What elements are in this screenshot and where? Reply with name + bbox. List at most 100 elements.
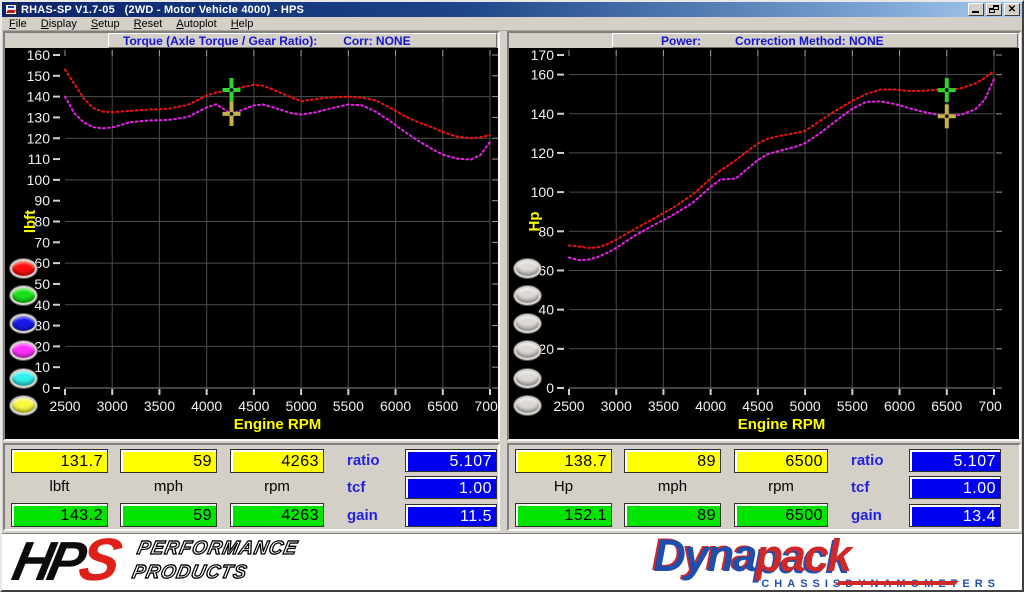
torque-peak-rpm: 4263 [233, 506, 323, 526]
dynapack-logo: Dynapack CHASSIS DYNAMOMETERS [653, 535, 1006, 590]
svg-text:Engine RPM: Engine RPM [234, 416, 322, 433]
power-peak-rpm: 6500 [737, 506, 827, 526]
menu-bar: File Display Setup Reset Autoplot Help [2, 17, 1022, 31]
svg-text:3000: 3000 [97, 398, 128, 414]
torque-readout-panel: 131.7 59 4263 lbft mph rpm 143.2 59 4263… [3, 443, 500, 531]
curve-select-button[interactable] [514, 259, 541, 278]
minimize-button[interactable] [968, 3, 984, 16]
gain-label: gain [851, 507, 882, 524]
svg-text:7000: 7000 [474, 398, 498, 414]
window-title: RHAS-SP V1.7-05 (2WD - Motor Vehicle 400… [21, 4, 304, 16]
svg-text:2500: 2500 [553, 398, 584, 414]
torque-cursor-value: 131.7 [14, 452, 107, 472]
curve-select-button[interactable] [514, 314, 541, 333]
title-bar: RHAS-SP V1.7-05 (2WD - Motor Vehicle 400… [2, 2, 1022, 17]
curve-select-button[interactable] [10, 369, 37, 388]
hps-logo-tagline: PERFORMANCE PRODUCTS [130, 537, 300, 585]
power-chart[interactable]: 0204060801001201401601702500300035004000… [509, 48, 1002, 439]
torque-peak-value: 143.2 [14, 506, 107, 526]
torque-chart-title: Torque (Axle Torque / Gear Ratio): [123, 34, 317, 48]
close-button[interactable]: ✕ [1004, 3, 1020, 16]
logo-band: HPS PERFORMANCE PRODUCTS Dynapack CHASSI… [2, 533, 1022, 590]
curve-select-button[interactable] [10, 286, 37, 305]
curve-select-button[interactable] [514, 286, 541, 305]
curve-select-button[interactable] [10, 396, 37, 415]
torque-chart[interactable]: 0102030405060708090100110120130140150160… [5, 48, 498, 439]
svg-text:3000: 3000 [601, 398, 632, 414]
ratio-label: ratio [347, 452, 380, 469]
tcf-value: 1.00 [912, 479, 1000, 498]
torque-peak-speed-box: 59 [120, 503, 217, 527]
curve-select-button[interactable] [10, 259, 37, 278]
torque-chart-panel: Torque (Axle Torque / Gear Ratio): Corr:… [3, 31, 500, 441]
app-window: RHAS-SP V1.7-05 (2WD - Motor Vehicle 400… [0, 0, 1024, 592]
svg-text:3500: 3500 [648, 398, 679, 414]
curve-select-button[interactable] [514, 341, 541, 360]
gain-value-box: 13.4 [909, 504, 1001, 527]
svg-text:5500: 5500 [837, 398, 868, 414]
dynapack-logo-word: Dynapack [653, 535, 1006, 577]
power-cursor-rpm-box: 6500 [734, 449, 828, 473]
power-peak-value: 152.1 [518, 506, 611, 526]
ratio-value-box: 5.107 [909, 449, 1001, 472]
gain-label: gain [347, 507, 378, 524]
ratio-value: 5.107 [912, 452, 1000, 471]
svg-text:5500: 5500 [333, 398, 364, 414]
ratio-label: ratio [851, 452, 884, 469]
torque-chart-title-bar: Torque (Axle Torque / Gear Ratio): Corr:… [108, 33, 497, 48]
curve-select-button[interactable] [10, 341, 37, 360]
power-chart-title: Power: [661, 34, 701, 48]
rpm-unit-label: rpm [230, 478, 324, 495]
torque-unit-label: lbft [11, 478, 108, 495]
torque-curve-buttons [10, 33, 44, 439]
power-chart-panel: Power: Correction Method: NONE 020406080… [507, 31, 1021, 441]
power-peak-speed-box: 89 [624, 503, 721, 527]
menu-item-setup[interactable]: Setup [84, 17, 127, 31]
svg-text:4000: 4000 [695, 398, 726, 414]
speed-unit-label: mph [120, 478, 217, 495]
svg-text:3500: 3500 [144, 398, 175, 414]
hps-logo-letters: HPS [9, 535, 121, 586]
power-cursor-value-box: 138.7 [515, 449, 612, 473]
close-icon: ✕ [1005, 4, 1019, 15]
menu-item-help[interactable]: Help [224, 17, 261, 31]
power-chart-top-strip: Power: Correction Method: NONE [509, 33, 1019, 48]
tcf-value-box: 1.00 [909, 476, 1001, 499]
power-cursor-value: 138.7 [518, 452, 611, 472]
svg-text:2500: 2500 [49, 398, 80, 414]
power-cursor-speed: 89 [627, 452, 720, 472]
gain-value: 13.4 [912, 507, 1000, 526]
curve-select-button[interactable] [10, 314, 37, 333]
curve-select-button[interactable] [514, 396, 541, 415]
power-correction-label: Correction Method: NONE [735, 34, 884, 48]
speed-unit-label: mph [624, 478, 721, 495]
power-peak-rpm-box: 6500 [734, 503, 828, 527]
menu-item-autoplot[interactable]: Autoplot [169, 17, 223, 31]
svg-text:4500: 4500 [238, 398, 269, 414]
torque-cursor-rpm-box: 4263 [230, 449, 324, 473]
svg-text:6500: 6500 [931, 398, 962, 414]
svg-text:6000: 6000 [380, 398, 411, 414]
tcf-value: 1.00 [408, 479, 496, 498]
torque-chart-top-strip: Torque (Axle Torque / Gear Ratio): Corr:… [5, 33, 498, 48]
power-unit-label: Hp [515, 478, 612, 495]
svg-text:6000: 6000 [884, 398, 915, 414]
menu-item-file[interactable]: File [2, 17, 34, 31]
svg-text:6500: 6500 [427, 398, 458, 414]
app-icon [5, 4, 17, 15]
restore-button[interactable] [986, 3, 1002, 16]
minimize-icon [972, 11, 979, 13]
menu-item-display[interactable]: Display [34, 17, 84, 31]
power-readout-panel: 138.7 89 6500 Hp mph rpm 152.1 89 6500 r… [507, 443, 1021, 531]
svg-text:5000: 5000 [790, 398, 821, 414]
power-cursor-speed-box: 89 [624, 449, 721, 473]
hps-logo: HPS PERFORMANCE PRODUCTS [14, 535, 295, 586]
curve-select-button[interactable] [514, 369, 541, 388]
tcf-label: tcf [851, 479, 869, 496]
power-chart-title-bar: Power: Correction Method: NONE [612, 33, 1018, 48]
menu-item-reset[interactable]: Reset [127, 17, 170, 31]
power-curve-buttons [514, 33, 548, 439]
gain-value-box: 11.5 [405, 504, 497, 527]
torque-cursor-value-box: 131.7 [11, 449, 108, 473]
svg-text:5000: 5000 [286, 398, 317, 414]
